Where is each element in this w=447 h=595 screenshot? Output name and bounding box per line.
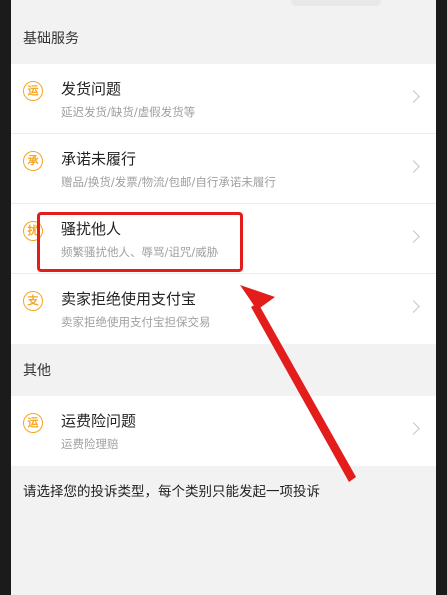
list-item-subtitle: 运费险理赔 xyxy=(61,437,119,451)
other-list: 运 运费险问题 运费险理赔 xyxy=(11,396,436,466)
chevron-right-icon xyxy=(407,90,420,103)
list-item-promise[interactable]: 承 承诺未履行 赠品/换货/发票/物流/包邮/自行承诺未履行 xyxy=(11,134,436,204)
chevron-right-icon xyxy=(407,160,420,173)
list-item-subtitle: 延迟发货/缺货/虚假发货等 xyxy=(61,105,196,119)
list-item-title: 承诺未履行 xyxy=(61,150,137,168)
section-header-basic: 基础服务 xyxy=(23,31,79,47)
insurance-badge-icon: 运 xyxy=(23,413,43,433)
top-strip xyxy=(11,0,436,18)
list-item-title: 运费险问题 xyxy=(61,412,137,430)
list-item-subtitle: 卖家拒绝使用支付宝担保交易 xyxy=(61,315,211,329)
basic-services-list: 运 发货问题 延迟发货/缺货/虚假发货等 承 承诺未履行 赠品/换货/发票/物流… xyxy=(11,64,436,344)
shipping-badge-icon: 运 xyxy=(23,81,43,101)
phone-screen: 基础服务 运 发货问题 延迟发货/缺货/虚假发货等 承 承诺未履行 赠品/换货/… xyxy=(11,0,436,595)
chevron-right-icon xyxy=(407,300,420,313)
highlight-box xyxy=(37,212,243,272)
list-item-subtitle: 赠品/换货/发票/物流/包邮/自行承诺未履行 xyxy=(61,175,276,189)
promise-badge-icon: 承 xyxy=(23,151,43,171)
alipay-badge-icon: 支 xyxy=(23,291,43,311)
footer-note: 请选择您的投诉类型，每个类别只能发起一项投诉 xyxy=(23,484,320,500)
list-item-alipay[interactable]: 支 卖家拒绝使用支付宝 卖家拒绝使用支付宝担保交易 xyxy=(11,274,436,344)
list-item-shipping[interactable]: 运 发货问题 延迟发货/缺货/虚假发货等 xyxy=(11,64,436,134)
screenshot-frame: 基础服务 运 发货问题 延迟发货/缺货/虚假发货等 承 承诺未履行 赠品/换货/… xyxy=(0,0,447,595)
list-item-title: 发货问题 xyxy=(61,80,122,98)
chevron-right-icon xyxy=(407,422,420,435)
section-header-other: 其他 xyxy=(23,363,51,379)
chevron-right-icon xyxy=(407,230,420,243)
list-item-shipping-insurance[interactable]: 运 运费险问题 运费险理赔 xyxy=(11,396,436,466)
list-item-title: 卖家拒绝使用支付宝 xyxy=(61,290,197,308)
